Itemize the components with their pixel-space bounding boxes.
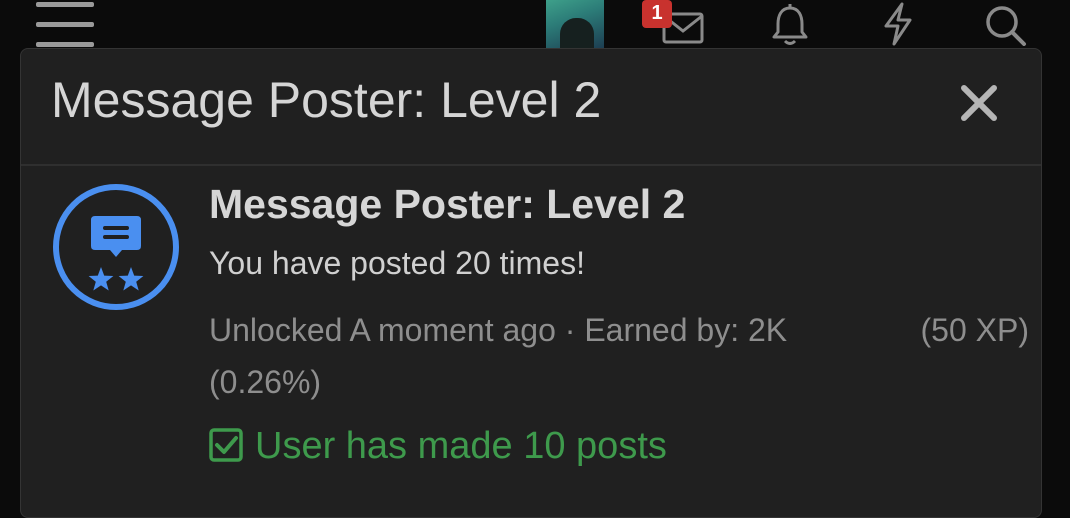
criteria-label: User has made 10 posts xyxy=(255,425,667,467)
trophy-meta: Unlocked A moment ago · Earned by: 2K (5… xyxy=(209,304,1029,408)
trophy-criteria: User has made 10 posts xyxy=(209,425,667,468)
dialog-header: Message Poster: Level 2 xyxy=(21,49,1041,166)
avatar[interactable] xyxy=(546,0,604,48)
speech-bubble-stars-icon xyxy=(51,182,181,312)
close-button[interactable] xyxy=(957,81,1001,125)
earned-percent: (0.26%) xyxy=(209,364,322,400)
unlocked-info: Unlocked A moment ago · Earned by: 2K xyxy=(209,312,788,348)
lightning-icon[interactable] xyxy=(874,2,922,46)
bell-icon[interactable] xyxy=(766,2,814,46)
close-icon[interactable] xyxy=(957,81,1001,125)
dialog-title: Message Poster: Level 2 xyxy=(51,72,602,128)
search-icon[interactable] xyxy=(982,2,1030,46)
inbox-badge: 1 xyxy=(642,0,672,28)
hamburger-icon[interactable] xyxy=(36,2,96,47)
xp-value: (50 XP) xyxy=(920,312,1029,348)
top-navigation-bar: 1 xyxy=(0,0,1070,48)
trophy-dialog: Message Poster: Level 2 Message Poster: … xyxy=(20,48,1042,518)
trophy-description: You have posted 20 times! xyxy=(209,245,585,281)
trophy-title: Message Poster: Level 2 xyxy=(209,181,686,227)
checkbox-checked-icon xyxy=(209,428,243,462)
